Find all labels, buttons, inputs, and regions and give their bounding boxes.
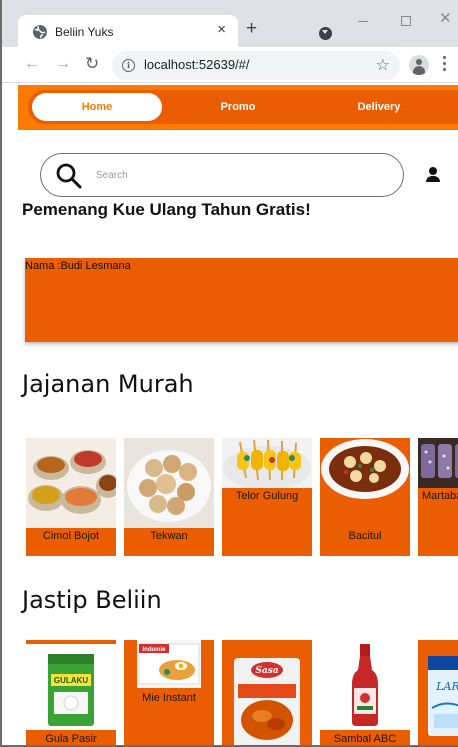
- maximize-icon[interactable]: [401, 16, 411, 26]
- reload-icon[interactable]: ↻: [85, 55, 99, 73]
- pack-text: Indomie: [142, 647, 166, 653]
- product-label: Cimol Bojot: [42, 530, 100, 542]
- bacitul-plate-image: [320, 438, 410, 500]
- sambal-bottle-image: [320, 640, 410, 730]
- back-icon[interactable]: ←: [24, 55, 40, 73]
- tab-strip: Beliin Yuks × + ✕: [2, 0, 458, 48]
- nav-delivery[interactable]: Delivery: [314, 90, 444, 124]
- site-info-icon[interactable]: i: [122, 59, 135, 72]
- winner-title: Pemenang Kue Ulang Tahun Gratis!: [22, 200, 311, 219]
- product-card-beras[interactable]: LAR: [418, 640, 458, 745]
- pack-text: GULAKU: [54, 676, 88, 685]
- product-label: Tekwan: [150, 530, 188, 542]
- search-icon: [56, 163, 82, 189]
- gulaku-pack-image: GULAKU: [26, 644, 116, 730]
- search-bar[interactable]: [40, 153, 404, 197]
- product-label: Mie Instant: [142, 692, 196, 704]
- cimol-bowls-image: [26, 438, 116, 528]
- product-card-sasa[interactable]: Sasa: [222, 640, 312, 745]
- tekwan-plate-image: [124, 438, 214, 528]
- address-bar[interactable]: i localhost:52639/#/ ☆: [112, 51, 400, 80]
- tab-search-icon[interactable]: [319, 27, 332, 40]
- winner-card: Nama :Budi Lesmana: [25, 258, 458, 342]
- product-label: Sambal ABC: [333, 733, 397, 745]
- sasa-tepung-pack-image: Sasa: [222, 640, 312, 745]
- telor-gulung-skewers-image: [222, 438, 312, 488]
- product-label: Telor Gulung: [235, 490, 299, 502]
- product-card-martabak[interactable]: Martabak: [418, 438, 458, 556]
- profile-icon[interactable]: [409, 55, 429, 75]
- forward-icon[interactable]: →: [55, 55, 71, 73]
- product-card-tekwan[interactable]: Tekwan: [124, 438, 214, 556]
- url-text[interactable]: localhost:52639/#/: [144, 57, 250, 72]
- product-label: Martabak: [422, 490, 458, 502]
- menu-dots-icon[interactable]: [443, 56, 447, 73]
- nav-home[interactable]: Home: [32, 93, 162, 121]
- account-icon[interactable]: [425, 167, 441, 183]
- browser-toolbar: ← → ↻ i localhost:52639/#/ ☆: [2, 47, 458, 83]
- product-card-gula-pasir[interactable]: GULAKU Gula Pasir: [26, 640, 116, 745]
- svg-text:LAR: LAR: [435, 680, 458, 693]
- winner-name: Nama :Budi Lesmana: [25, 260, 131, 272]
- globe-icon: [33, 25, 47, 39]
- product-card-cimol[interactable]: Cimol Bojot: [26, 438, 116, 556]
- top-navbar: Home Promo Delivery: [18, 85, 458, 130]
- product-card-bacitul[interactable]: Bacitul: [320, 438, 410, 556]
- browser-window: Beliin Yuks × + ✕ ← → ↻ i localhost:5263…: [0, 0, 458, 747]
- product-card-telor-gulung[interactable]: Telor Gulung: [222, 438, 312, 556]
- tab-title: Beliin Yuks: [55, 25, 114, 39]
- product-card-mie-instant[interactable]: Indomie Mie Instant: [124, 640, 214, 745]
- bookmark-star-icon[interactable]: ☆: [376, 55, 390, 75]
- page-content: Home Promo Delivery Pemenang Kue Ulang T…: [2, 84, 458, 745]
- tab-close-icon[interactable]: ×: [217, 21, 226, 39]
- browser-tab[interactable]: Beliin Yuks ×: [18, 15, 238, 48]
- product-label: Bacitul: [348, 530, 382, 542]
- pack-text: Sasa: [255, 666, 278, 676]
- section-title-jajanan: Jajanan Murah: [22, 370, 194, 398]
- indomie-pack-image: Indomie: [137, 640, 201, 688]
- product-card-sambal-abc[interactable]: Sambal ABC: [320, 640, 410, 745]
- martabak-image: [418, 438, 458, 488]
- nav-pill: Home Promo Delivery: [28, 90, 458, 124]
- new-tab-icon[interactable]: +: [246, 18, 257, 40]
- section-title-jastip: Jastip Beliin: [22, 586, 162, 614]
- minimize-icon[interactable]: [358, 21, 368, 22]
- product-label: Gula Pasir: [45, 733, 97, 745]
- search-input[interactable]: [96, 165, 386, 185]
- nav-promo[interactable]: Promo: [178, 90, 298, 124]
- beras-pack-image: LAR: [418, 650, 458, 740]
- window-close-icon[interactable]: ✕: [439, 10, 452, 28]
